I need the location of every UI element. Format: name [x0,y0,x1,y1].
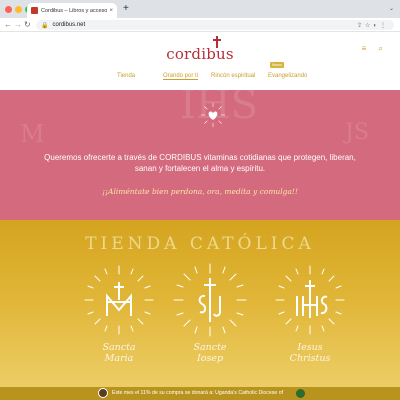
diocese-logo-icon [296,389,305,398]
browser-tab[interactable]: Cordibus – Libros y accesorios × [27,3,117,18]
nav-rincon-espiritual[interactable]: Rincón espiritual [211,73,255,79]
promo-text: Este mes el 11% de su compra se donará a… [112,390,284,396]
lock-icon: 🔒 [41,22,49,29]
hero-tagline: ¡¡Aliméntate bien perdona, ora, medita y… [102,187,298,196]
reload-button[interactable]: ↻ [24,19,31,31]
donation-promo-bar[interactable]: Este mes el 11% de su compra se donará a… [0,387,400,400]
store-title: TIENDA CATÓLICA [85,234,315,254]
marian-monogram-icon[interactable] [81,262,157,338]
forward-button[interactable]: → [14,19,22,31]
tab-search-icon[interactable]: ⌄ [389,5,394,12]
address-bar[interactable]: 🔒 cordibus.net ⇪☆◐⋮ [36,20,394,30]
nav-evangelizando[interactable]: Evangelizando [268,73,307,79]
saint-joseph-monogram-icon[interactable] [172,262,248,338]
new-badge: Nuevo [270,62,285,68]
browser-toolbar: ← → ↻ 🔒 cordibus.net ⇪☆◐⋮ [0,18,400,32]
emblem-label-line: Iosep [196,353,224,364]
store-section: TIENDA CATÓLICA Sancta Maria Sancte Iose… [0,220,400,400]
header-menu-search-icons[interactable]: ≡ ⌕ [362,44,388,54]
emblem-label-line: Maria [104,353,134,364]
window-minimize-button[interactable] [15,6,22,13]
emblem-label-line: Sancta [102,342,136,353]
emblem-label-sancta-maria[interactable]: Sancta Maria [74,342,164,364]
favicon-icon [31,7,38,14]
new-tab-button[interactable]: + [123,3,129,15]
nav-orando-por-ti[interactable]: Orando por ti [163,73,199,80]
hero-banner: M IHS JS Queremos ofrecerte a través de … [0,90,400,220]
nav-tienda[interactable]: Tienda [117,73,135,79]
hero-description: Queremos ofrecerte a través de CORDIBUS … [44,153,356,173]
emblem-label-line: Iesus [297,342,323,353]
watermark-marian: M [20,120,45,148]
emblem-label-sancte-iosep[interactable]: Sancte Iosep [165,342,255,364]
avatar [98,388,108,398]
emblem-label-line: Sancte [193,342,227,353]
heart-emblem-icon [201,103,225,127]
emblem-label-line: Christus [289,353,331,364]
window-close-button[interactable] [5,6,12,13]
back-button[interactable]: ← [4,19,12,31]
tab-title: Cordibus – Libros y accesorios [41,7,108,14]
site-logo[interactable]: cordibus [0,45,400,63]
url-text[interactable]: cordibus.net [52,22,356,28]
tab-close-icon[interactable]: × [109,8,113,14]
omnibox-action-icons[interactable]: ⇪☆◐⋮ [357,22,389,29]
browser-tab-bar: Cordibus – Libros y accesorios × + ⌄ [0,0,400,18]
ihs-monogram-icon[interactable] [272,262,348,338]
emblem-label-iesus-christus[interactable]: Iesus Christus [265,342,355,364]
watermark-js: JS [345,120,369,145]
